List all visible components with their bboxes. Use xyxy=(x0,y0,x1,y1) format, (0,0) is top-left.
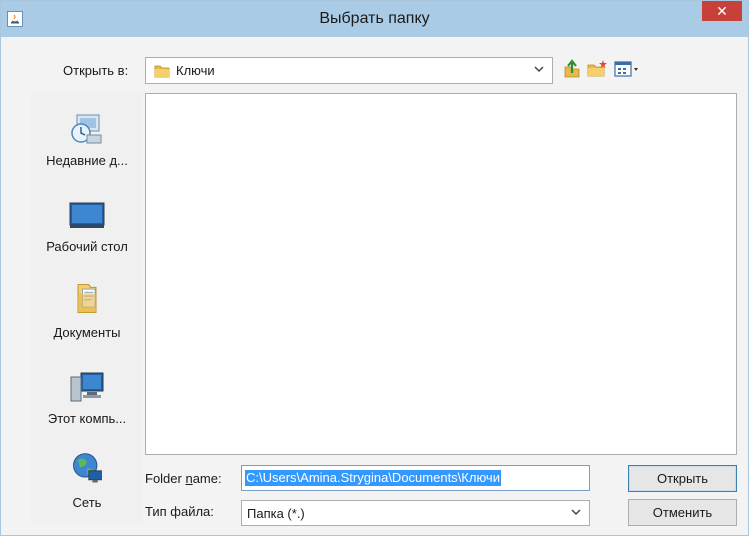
desktop-icon xyxy=(69,202,105,228)
documents-icon xyxy=(77,284,97,313)
look-in-value: Ключи xyxy=(176,63,215,78)
folder-name-label: Folder name: xyxy=(145,471,222,486)
up-folder-icon xyxy=(564,59,580,78)
place-desktop[interactable]: Рабочий стол xyxy=(31,191,143,271)
place-this-pc[interactable]: Этот компь... xyxy=(31,363,143,443)
folder-list[interactable] xyxy=(145,93,737,455)
recent-icon xyxy=(71,114,102,144)
folder-name-field[interactable]: C:\Users\Amina.Strygina\Documents\Ключи xyxy=(241,465,590,491)
title-bar[interactable]: Выбрать папку ✕ xyxy=(1,1,748,37)
folder-chooser-dialog: Выбрать папку ✕ Открыть в: Ключи Недавни… xyxy=(0,0,749,536)
look-in-combobox[interactable]: Ключи xyxy=(145,57,553,84)
place-documents[interactable]: Документы xyxy=(31,277,143,357)
list-view-icon xyxy=(614,61,638,77)
folder-icon xyxy=(154,65,170,78)
file-type-value: Папка (*.) xyxy=(247,506,305,521)
new-folder-button[interactable] xyxy=(586,59,608,79)
folder-name-value: C:\Users\Amina.Strygina\Documents\Ключи xyxy=(245,470,501,486)
close-icon: ✕ xyxy=(716,3,728,19)
place-recent[interactable]: Недавние д... xyxy=(31,105,143,185)
place-label: Сеть xyxy=(72,495,102,510)
place-label: Этот компь... xyxy=(47,411,127,426)
folder-name-label-post: ame: xyxy=(192,471,222,486)
place-label: Документы xyxy=(53,325,121,340)
place-network[interactable]: Сеть xyxy=(31,447,143,527)
cancel-button[interactable]: Отменить xyxy=(628,499,737,526)
new-folder-icon xyxy=(587,60,607,77)
file-type-label: Тип файла: xyxy=(145,504,214,519)
network-icon xyxy=(73,453,102,483)
open-button[interactable]: Открыть xyxy=(628,465,737,492)
window-title: Выбрать папку xyxy=(319,10,430,27)
computer-icon xyxy=(70,372,104,402)
folder-name-label-pre: Folder xyxy=(145,471,186,486)
up-folder-button[interactable] xyxy=(561,59,583,79)
folder-name-mnemonic: n xyxy=(185,471,193,486)
close-button[interactable]: ✕ xyxy=(702,1,742,21)
places-bar: Недавние д... Рабочий стол Документы Это… xyxy=(31,93,143,525)
chevron-down-icon xyxy=(571,509,581,516)
chevron-down-icon xyxy=(534,66,544,73)
place-label: Недавние д... xyxy=(46,153,128,168)
file-type-combobox[interactable]: Папка (*.) xyxy=(241,500,590,526)
look-in-label: Открыть в: xyxy=(63,63,129,78)
place-label: Рабочий стол xyxy=(46,239,128,254)
view-menu-button[interactable] xyxy=(613,59,641,79)
